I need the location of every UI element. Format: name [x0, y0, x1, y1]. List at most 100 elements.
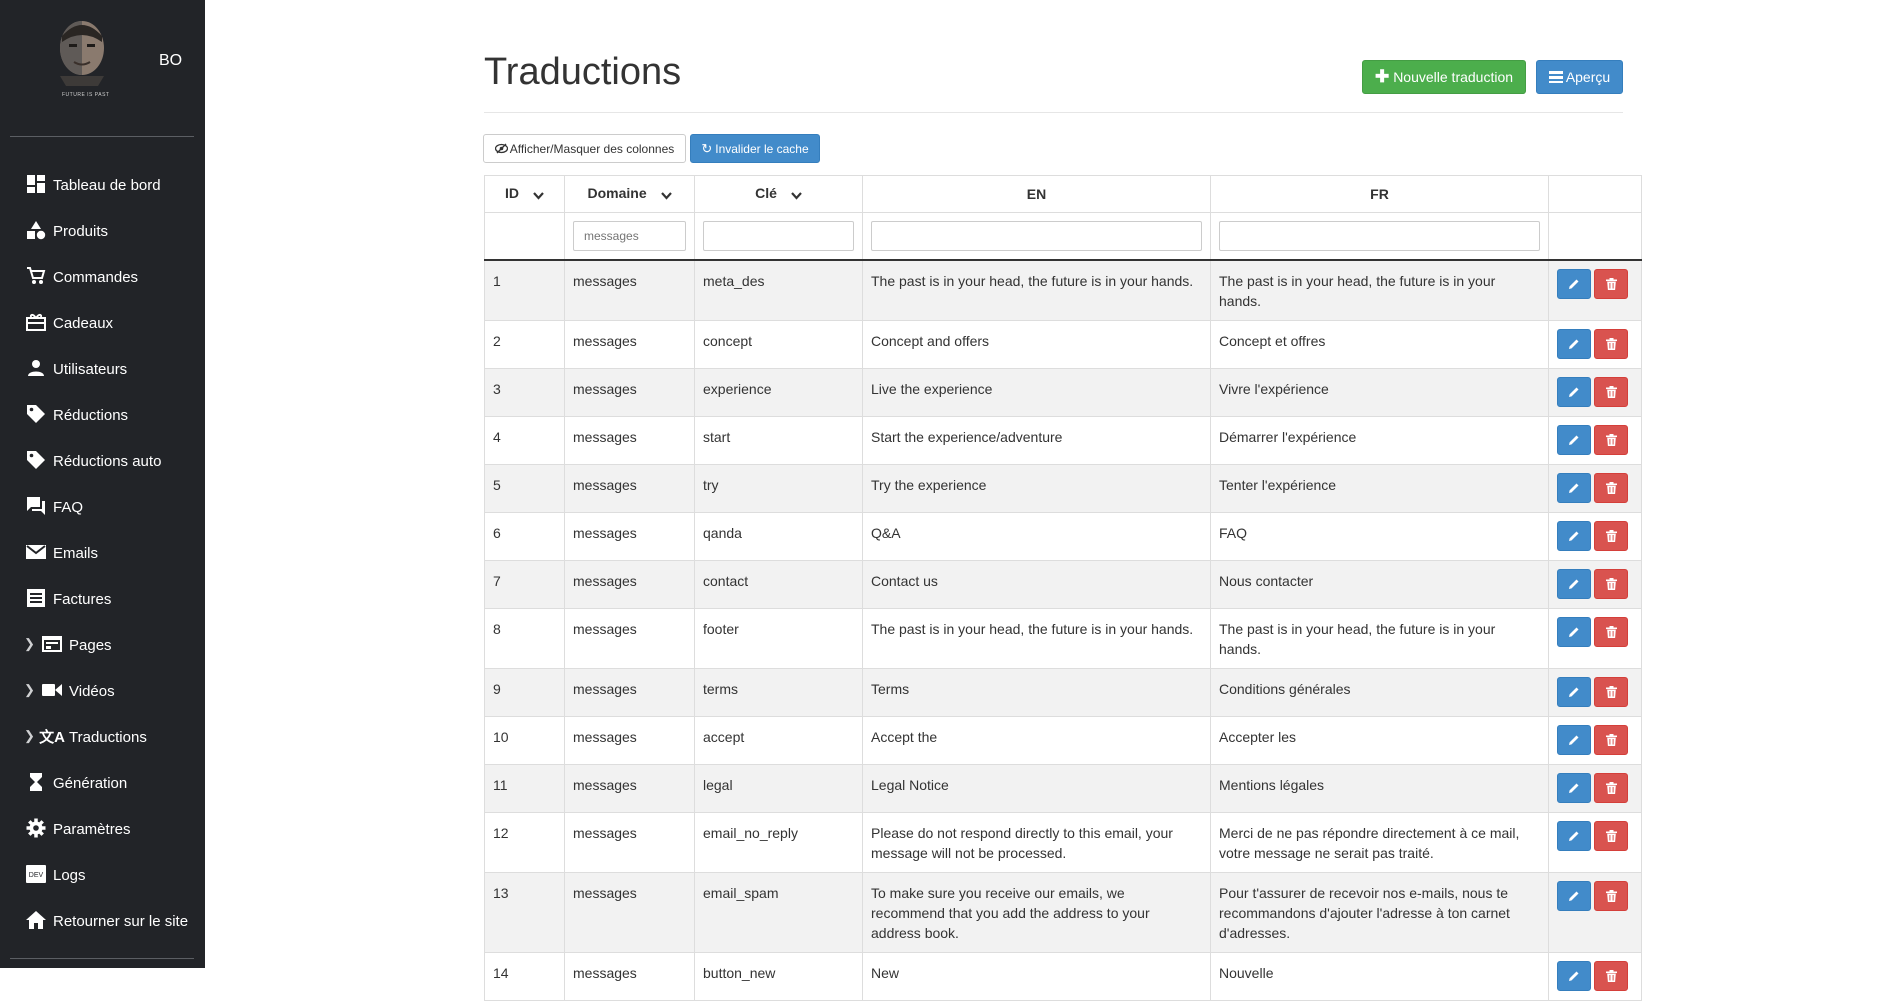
cell-fr: Vivre l'expérience	[1210, 368, 1549, 417]
table-row: 1 messages meta_des The past is in your hea…	[484, 259, 1642, 321]
preview-button[interactable]: Aperçu	[1536, 60, 1623, 94]
sidebar-item-emails[interactable]: Emails	[26, 540, 98, 564]
plus-icon: ✚	[1374, 67, 1390, 86]
edit-button[interactable]	[1557, 773, 1591, 803]
delete-button[interactable]	[1594, 617, 1628, 647]
delete-button[interactable]	[1594, 329, 1628, 359]
edit-button[interactable]	[1557, 569, 1591, 599]
cell-key: contact	[694, 560, 863, 609]
cell-en: Q&A	[862, 512, 1211, 561]
column-header-key[interactable]: Clé	[694, 175, 863, 213]
cell-en: New	[862, 952, 1211, 1001]
toggle-columns-button[interactable]: Afficher/Masquer des colonnes	[483, 134, 686, 163]
key-filter-input[interactable]	[703, 221, 854, 251]
delete-button[interactable]	[1594, 961, 1628, 991]
delete-button[interactable]	[1594, 821, 1628, 851]
delete-button[interactable]	[1594, 425, 1628, 455]
delete-button[interactable]	[1594, 521, 1628, 551]
delete-button[interactable]	[1594, 377, 1628, 407]
sidebar-item-factures[interactable]: Factures	[26, 586, 111, 610]
new-translation-button[interactable]: ✚ Nouvelle traduction	[1362, 60, 1526, 94]
cell-key: qanda	[694, 512, 863, 561]
delete-button[interactable]	[1594, 473, 1628, 503]
edit-button[interactable]	[1557, 677, 1591, 707]
sidebar-item-cadeaux[interactable]: Cadeaux	[26, 310, 113, 334]
fr-filter-input[interactable]	[1219, 221, 1540, 251]
cell-id: 11	[484, 764, 565, 813]
delete-button[interactable]	[1594, 269, 1628, 299]
dev-icon: DEV	[26, 864, 46, 884]
sidebar-item-label: Utilisateurs	[53, 360, 128, 378]
cell-en: The past is in your head, the future is …	[862, 259, 1211, 321]
edit-button[interactable]	[1557, 961, 1591, 991]
cell-domain: messages	[564, 608, 695, 669]
column-header-domain[interactable]: Domaine	[564, 175, 695, 213]
sidebar-item-commandes[interactable]: Commandes	[26, 264, 138, 288]
edit-button[interactable]	[1557, 377, 1591, 407]
edit-button[interactable]	[1557, 425, 1591, 455]
delete-button[interactable]	[1594, 725, 1628, 755]
cell-id: 8	[484, 608, 565, 669]
edit-button[interactable]	[1557, 521, 1591, 551]
edit-button[interactable]	[1557, 725, 1591, 755]
en-filter-input[interactable]	[871, 221, 1202, 251]
sidebar: FUTURE IS PAST BO Tableau de bord Produi…	[0, 0, 205, 968]
sidebar-item-utilisateurs[interactable]: Utilisateurs	[26, 356, 127, 380]
table-row: 7 messages contact Contact us Nous contacter	[484, 560, 1642, 609]
invalidate-cache-button[interactable]: ↻ Invalider le cache	[690, 134, 820, 163]
sidebar-item-faq[interactable]: FAQ	[26, 494, 83, 518]
chevron-right-icon: ❯	[24, 636, 35, 651]
domain-filter-input[interactable]	[573, 221, 686, 251]
edit-button[interactable]	[1557, 881, 1591, 911]
cell-id: 1	[484, 259, 565, 321]
sidebar-item-pages[interactable]: ❯ Pages	[24, 632, 112, 656]
cell-fr: Conditions générales	[1210, 668, 1549, 717]
delete-button[interactable]	[1594, 569, 1628, 599]
pencil-icon	[1568, 578, 1580, 590]
delete-button[interactable]	[1594, 773, 1628, 803]
cell-fr: Concept et offres	[1210, 320, 1549, 369]
sidebar-item-logs[interactable]: DEV Logs	[26, 862, 86, 886]
cell-domain: messages	[564, 764, 695, 813]
column-header-en[interactable]: EN	[862, 175, 1211, 213]
edit-button[interactable]	[1557, 821, 1591, 851]
sidebar-item-tableau-de-bord[interactable]: Tableau de bord	[26, 172, 161, 196]
cell-actions	[1548, 320, 1642, 369]
cell-actions	[1548, 560, 1642, 609]
trash-icon	[1605, 530, 1617, 542]
sidebar-item-parametres[interactable]: Paramètres	[26, 816, 131, 840]
edit-button[interactable]	[1557, 473, 1591, 503]
sidebar-item-videos[interactable]: ❯ Vidéos	[24, 678, 115, 702]
cell-en: Please do not respond directly to this e…	[862, 812, 1211, 873]
pencil-icon	[1568, 482, 1580, 494]
sidebar-item-produits[interactable]: Produits	[26, 218, 108, 242]
sidebar-item-generation[interactable]: Génération	[26, 770, 127, 794]
table-row: 13 messages email_spam To make sure you rec…	[484, 872, 1642, 953]
sidebar-item-traductions[interactable]: ❯ 文A Traductions	[24, 724, 147, 748]
svg-text:DEV: DEV	[29, 872, 44, 879]
cell-key: accept	[694, 716, 863, 765]
edit-button[interactable]	[1557, 269, 1591, 299]
cell-actions	[1548, 368, 1642, 417]
header-divider	[484, 112, 1623, 113]
delete-button[interactable]	[1594, 881, 1628, 911]
trash-icon	[1605, 686, 1617, 698]
sidebar-item-label: Traductions	[69, 728, 147, 746]
cell-domain: messages	[564, 560, 695, 609]
brand-name: BO	[159, 52, 183, 69]
cell-fr: Nous contacter	[1210, 560, 1549, 609]
sidebar-item-reductions[interactable]: Réductions	[26, 402, 128, 426]
sidebar-item-reductions-auto[interactable]: Réductions auto	[26, 448, 161, 472]
sidebar-item-retourner-sur-le-site[interactable]: Retourner sur le site	[26, 908, 188, 932]
cell-key: button_new	[694, 952, 863, 1001]
new-translation-label: Nouvelle traduction	[1393, 69, 1514, 85]
column-header-id[interactable]: ID	[484, 175, 565, 213]
edit-button[interactable]	[1557, 329, 1591, 359]
sidebar-item-label: Réductions	[53, 406, 129, 424]
delete-button[interactable]	[1594, 677, 1628, 707]
pencil-icon	[1568, 338, 1580, 350]
cell-actions	[1548, 952, 1642, 1001]
column-header-fr[interactable]: FR	[1210, 175, 1549, 213]
sidebar-item-label: Paramètres	[53, 820, 131, 838]
edit-button[interactable]	[1557, 617, 1591, 647]
